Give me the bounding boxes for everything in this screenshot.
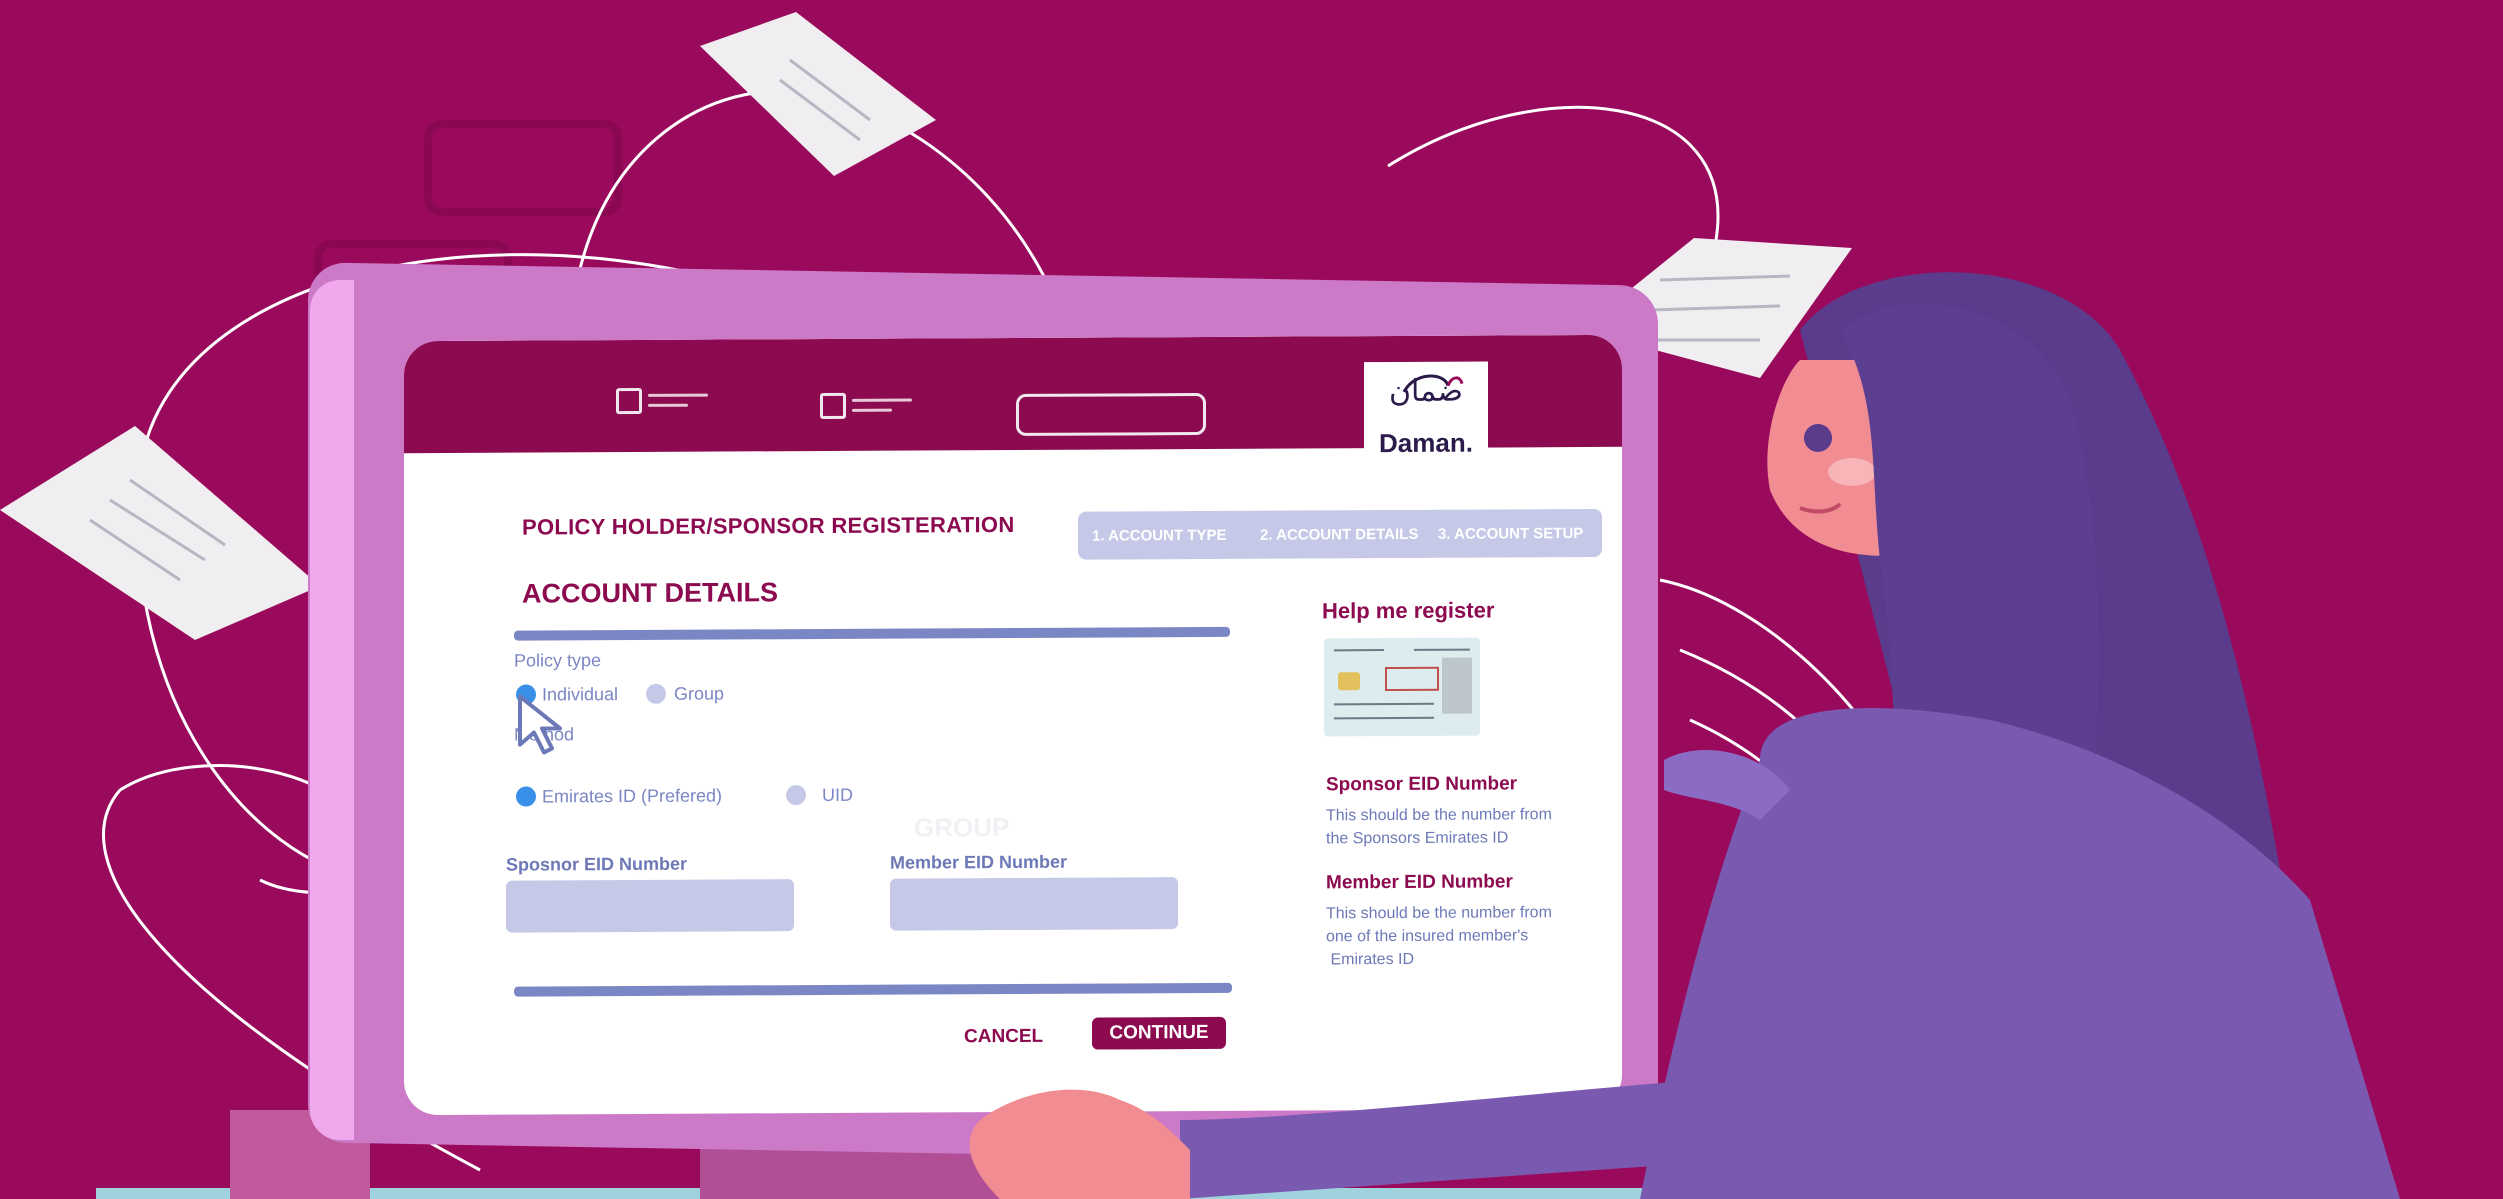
woman-illustration (969, 272, 2400, 1199)
